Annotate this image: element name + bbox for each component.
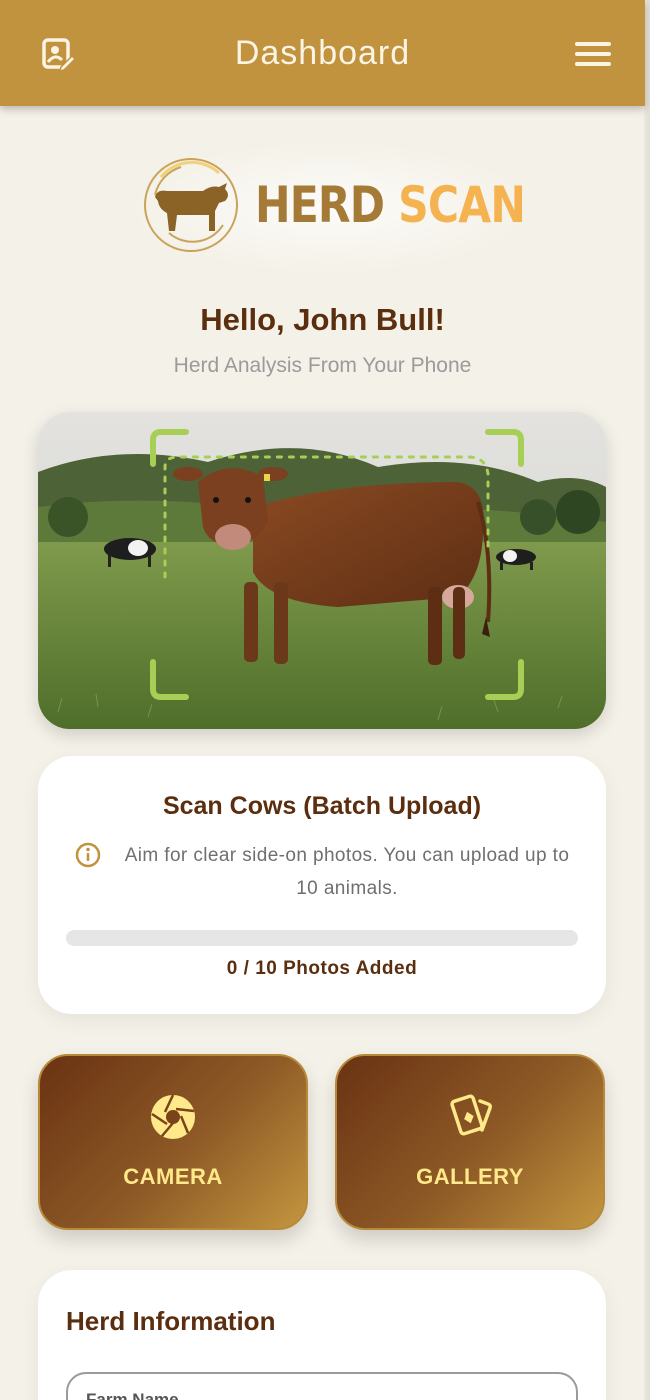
herd-information-title: Herd Information [66, 1306, 276, 1336]
info-icon [75, 842, 101, 868]
gallery-button[interactable]: GALLERY [335, 1054, 605, 1230]
farm-name-field[interactable]: Farm Name [66, 1372, 578, 1400]
cow-scan-logo-icon [143, 158, 238, 252]
photo-hint-text: Aim for clear side-on photos. You can up… [124, 845, 570, 899]
batch-upload-card: Scan Cows (Batch Upload) Aim for clear s… [38, 756, 606, 1014]
farm-name-label: Farm Name [86, 1390, 179, 1400]
photo-progress-bar [66, 930, 578, 946]
edit-profile-button[interactable] [38, 34, 78, 74]
hamburger-menu-icon [575, 42, 611, 46]
camera-button-label: CAMERA [123, 1164, 223, 1189]
greeting-heading: Hello, John Bull! [200, 302, 445, 337]
batch-upload-title: Scan Cows (Batch Upload) [162, 792, 482, 820]
gallery-cards-icon [450, 1094, 492, 1136]
menu-button[interactable] [575, 36, 611, 72]
app-bar: Dashboard [0, 0, 645, 106]
edit-profile-icon [42, 38, 75, 71]
page-title: Dashboard [234, 33, 411, 72]
herd-information-card: Herd Information Farm Name [38, 1270, 606, 1400]
gallery-button-label: GALLERY [416, 1164, 524, 1189]
greeting-subtitle: Herd Analysis From Your Phone [173, 354, 472, 377]
camera-shutter-icon [151, 1094, 195, 1139]
herd-scan-logo: HERD SCAN [0, 140, 645, 275]
photo-progress-label: 0 / 10 Photos Added [226, 958, 418, 979]
camera-button[interactable]: CAMERA [38, 1054, 308, 1230]
hero-cow-scan-image [38, 412, 606, 729]
logo-wordmark: HERD SCAN [254, 176, 526, 234]
